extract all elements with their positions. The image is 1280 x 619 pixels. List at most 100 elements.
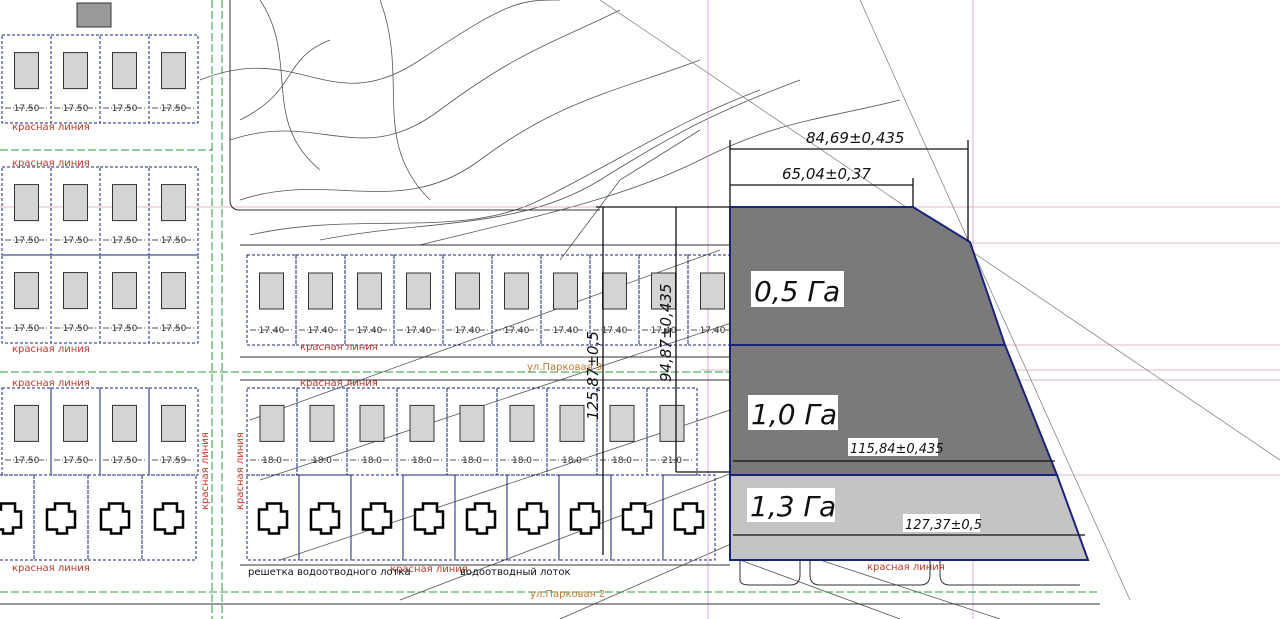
- site-plan-drawing: 17.50 17.50 17.50 17.50 17.50 17.50 17.50 17.50…: [0, 0, 1280, 619]
- red-line-label: красная линия: [12, 122, 90, 133]
- street-name-parkovaya-2: ул.Парковая 2: [530, 589, 605, 600]
- house-footprint: [517, 502, 549, 535]
- plot-width-label: 17.59: [161, 456, 187, 466]
- dim-top-outer: 84,69±0,435: [806, 129, 904, 147]
- plot-width-label: 17.40: [602, 326, 628, 336]
- building-footprint: [112, 404, 137, 442]
- plot-width-label: 17.40: [406, 326, 432, 336]
- dim-bottom-width: 127,37±0,5: [905, 518, 982, 533]
- building-footprint: [700, 272, 725, 310]
- land-plot: 17.50: [1, 166, 52, 256]
- area-label-1-0: 1,0 Га: [751, 398, 837, 431]
- house-footprint: [465, 502, 497, 535]
- plot-width-label: 18.0: [512, 456, 532, 466]
- land-plot: 17.50: [1, 34, 52, 124]
- building-footprint: [409, 404, 435, 442]
- house-footprint: [621, 502, 653, 535]
- red-line-label: красная линия: [12, 158, 90, 169]
- house-footprint: [257, 502, 289, 535]
- land-plot: [454, 474, 508, 561]
- plot-width-label: 17.50: [112, 324, 138, 334]
- land-plot: 18.0: [296, 387, 348, 476]
- building-footprint: [659, 404, 685, 442]
- plot-width-label: 17.50: [63, 456, 89, 466]
- site-plan-canvas: 17.50 17.50 17.50 17.50 17.50 17.50 17.50 17.50…: [0, 0, 1280, 619]
- plot-width-label: 17.50: [161, 236, 187, 246]
- plot-width-label: 17.50: [112, 236, 138, 246]
- red-line-label: красная линия: [867, 562, 945, 573]
- land-plot: [506, 474, 560, 561]
- plot-width-label: 17.50: [161, 324, 187, 334]
- land-plot: [610, 474, 664, 561]
- building-footprint: [459, 404, 485, 442]
- dim-vertical-outer: 125,87±0,5: [584, 331, 602, 420]
- building-footprint: [161, 404, 186, 442]
- building-footprint: [14, 404, 39, 442]
- plot-width-label: 17.40: [259, 326, 285, 336]
- plot-width-label: 18.0: [262, 456, 282, 466]
- building-footprint: [504, 272, 529, 310]
- house-footprint: [673, 502, 705, 535]
- building-footprint: [14, 52, 39, 90]
- red-line-label: красная линия: [300, 378, 378, 389]
- building-footprint: [259, 272, 284, 310]
- plot-width-label: 17.40: [553, 326, 579, 336]
- dim-vertical-inner: 94,87±0,435: [657, 284, 675, 382]
- plot-width-label: 17.50: [14, 456, 40, 466]
- land-plot: 17.40: [442, 254, 493, 346]
- plot-width-label: 17.50: [112, 104, 138, 114]
- building-footprint: [63, 272, 88, 310]
- land-plot: 17.50: [99, 387, 150, 476]
- building-footprint: [509, 404, 535, 442]
- red-line-label: красная линия: [235, 432, 246, 510]
- land-plot: 17.50: [99, 254, 150, 344]
- building-footprint: [455, 272, 480, 310]
- building-footprint: [308, 272, 333, 310]
- plot-width-label: 17.50: [112, 456, 138, 466]
- land-plot: [0, 474, 35, 561]
- land-plot: 17.50: [50, 254, 101, 344]
- plot-width-label: 17.50: [63, 324, 89, 334]
- land-plot: 17.50: [148, 254, 199, 344]
- land-plot: [141, 474, 197, 561]
- land-plot: [33, 474, 89, 561]
- land-plot: 17.50: [99, 34, 150, 124]
- land-plot: 17.50: [148, 166, 199, 256]
- land-plot: 17.40: [295, 254, 346, 346]
- land-plot: [402, 474, 456, 561]
- land-plot: 17.40: [491, 254, 542, 346]
- red-line-label: красная линия: [200, 432, 211, 510]
- land-plot: 17.40: [246, 254, 297, 346]
- building-footprint: [559, 404, 585, 442]
- building-footprint: [63, 184, 88, 222]
- land-plot: 18.0: [596, 387, 648, 476]
- plot-width-label: 17.40: [700, 326, 726, 336]
- area-label-0-5: 0,5 Га: [754, 275, 840, 308]
- building-footprint: [161, 184, 186, 222]
- plot-width-label: 18.0: [562, 456, 582, 466]
- building-footprint: [359, 404, 385, 442]
- house-footprint: [309, 502, 341, 535]
- house-footprint: [45, 502, 77, 535]
- land-plot: 18.0: [346, 387, 398, 476]
- red-line-label: красная линия: [12, 563, 90, 574]
- dim-top-inner: 65,04±0,37: [782, 165, 871, 183]
- building-footprint: [161, 272, 186, 310]
- red-line-label: красная линия: [12, 378, 90, 389]
- building-footprint: [259, 404, 285, 442]
- land-plot: 17.50: [50, 34, 101, 124]
- land-plot: 17.50: [50, 166, 101, 256]
- plot-width-label: 17.40: [504, 326, 530, 336]
- land-plot: 17.50: [1, 387, 52, 476]
- building-footprint: [76, 2, 112, 28]
- house-footprint: [569, 502, 601, 535]
- gutter-label: водоотводный лоток: [460, 567, 571, 578]
- plot-width-label: 17.50: [161, 104, 187, 114]
- building-footprint: [14, 184, 39, 222]
- plot-width-label: 17.50: [63, 104, 89, 114]
- street-name-parkovaya-3: ул.Парковая 3: [527, 362, 602, 373]
- plot-width-label: 18.0: [462, 456, 482, 466]
- house-footprint: [361, 502, 393, 535]
- building-footprint: [309, 404, 335, 442]
- building-footprint: [14, 272, 39, 310]
